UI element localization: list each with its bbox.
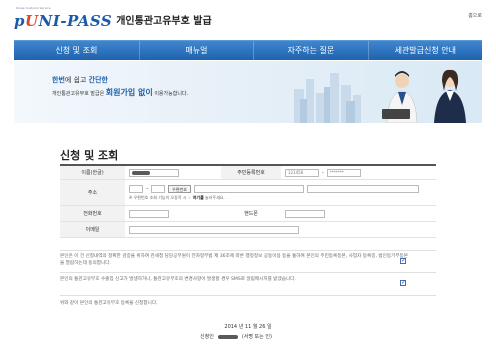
consent-text-2: 본인의 통관고유부호 수출입 신고가 발생하거나, 통관고유부호의 변경사항이 … — [60, 277, 296, 282]
nav-item-manual[interactable]: 매뉴얼 — [140, 41, 255, 60]
rrn-back-input[interactable]: ******* — [326, 168, 361, 177]
consent-text-1: 본인은 이 건 신청내역의 정확한 검증을 위하여 관세청 담당공무원이 전자정… — [60, 254, 408, 266]
home-link[interactable]: 홈으로 — [468, 12, 482, 19]
zip-front-input[interactable] — [129, 184, 143, 193]
name-input[interactable] — [129, 168, 179, 177]
site-title: 개인통관고유부호 발급 — [116, 16, 212, 27]
email-label: 이메일 — [60, 222, 125, 237]
banner-line2: 개인통관고유부호 발급은 회원가입 없이 이용가능합니다. — [52, 88, 189, 97]
divider — [60, 250, 436, 251]
address-note: ※ 우편번호 조회 기능이 오동작 시 ☞ 여기를 눌러주세요. — [129, 194, 225, 200]
address-line2-input[interactable] — [306, 184, 419, 193]
logo-brand: pUNI-PASS — [14, 12, 113, 30]
zip-back-input[interactable] — [151, 184, 166, 193]
application-date: 2014 년 11 월 26 일 — [224, 324, 272, 330]
here-link[interactable]: 여기를 — [193, 195, 204, 200]
divider — [60, 272, 436, 273]
application-form: 이름(한글) 주민등록번호 121456 - ******* 주소 - 우편번호… — [60, 166, 436, 238]
nav-item-customs-guide[interactable]: 세관발급신청 안내 — [369, 41, 482, 60]
rrn-label: 주민등록번호 — [221, 166, 281, 179]
nav-item-apply[interactable]: 신청 및 조회 — [14, 41, 140, 60]
rrn-front-input[interactable]: 121456 — [285, 168, 319, 177]
hero-banner: 한번에 쉽고 간단한 개인통관고유부호 발급은 회원가입 없이 이용가능합니다. — [14, 61, 482, 123]
mobile-input[interactable] — [285, 209, 325, 218]
consent-checkbox-1[interactable] — [400, 257, 406, 264]
divider — [60, 295, 436, 296]
rrn-separator: - — [322, 169, 324, 176]
logo[interactable]: Korea Customs Service pUNI-PASS 개인통관고유부호… — [14, 6, 212, 30]
address-line1-input[interactable] — [193, 184, 304, 193]
main-nav: 신청 및 조회 매뉴얼 자주하는 질문 세관발급신청 안내 — [14, 40, 482, 60]
logo-subtext: Korea Customs Service — [16, 6, 51, 10]
address-label: 주소 — [60, 180, 125, 205]
section-title: 신청 및 조회 — [60, 149, 119, 162]
city-people-illustration — [294, 69, 466, 123]
mobile-label: 핸드폰 — [221, 206, 281, 221]
nav-item-faq[interactable]: 자주하는 질문 — [254, 41, 369, 60]
zip-search-button[interactable]: 우편번호 — [168, 184, 191, 193]
redacted-signer-name — [217, 334, 238, 339]
form-row-name: 이름(한글) 주민등록번호 121456 - ******* — [60, 166, 436, 180]
form-row-phone: 전화번호 핸드폰 — [60, 206, 436, 222]
signature-line: 신청인 (서명 또는 인) — [200, 333, 272, 340]
consent-text-3: 위와 같이 본인의 통관고유부호 등록을 신청합니다. — [60, 301, 158, 306]
name-label: 이름(한글) — [60, 166, 125, 179]
email-input[interactable] — [129, 225, 299, 234]
banner-text: 한번에 쉽고 간단한 개인통관고유부호 발급은 회원가입 없이 이용가능합니다. — [52, 75, 188, 98]
banner-line1: 한번에 쉽고 간단한 — [52, 76, 108, 84]
form-row-email: 이메일 — [60, 222, 436, 238]
phone-label: 전화번호 — [60, 206, 125, 221]
form-row-address: 주소 - 우편번호 ※ 우편번호 조회 기능이 오동작 시 ☞ 여기를 눌러주세… — [60, 180, 436, 206]
zip-separator: - — [146, 185, 149, 192]
phone-input[interactable] — [129, 209, 169, 218]
consent-checkbox-2[interactable] — [400, 279, 406, 286]
signature-suffix: (서명 또는 인) — [241, 334, 272, 340]
signer-label: 신청인 — [200, 334, 214, 340]
redacted-name — [132, 170, 150, 175]
